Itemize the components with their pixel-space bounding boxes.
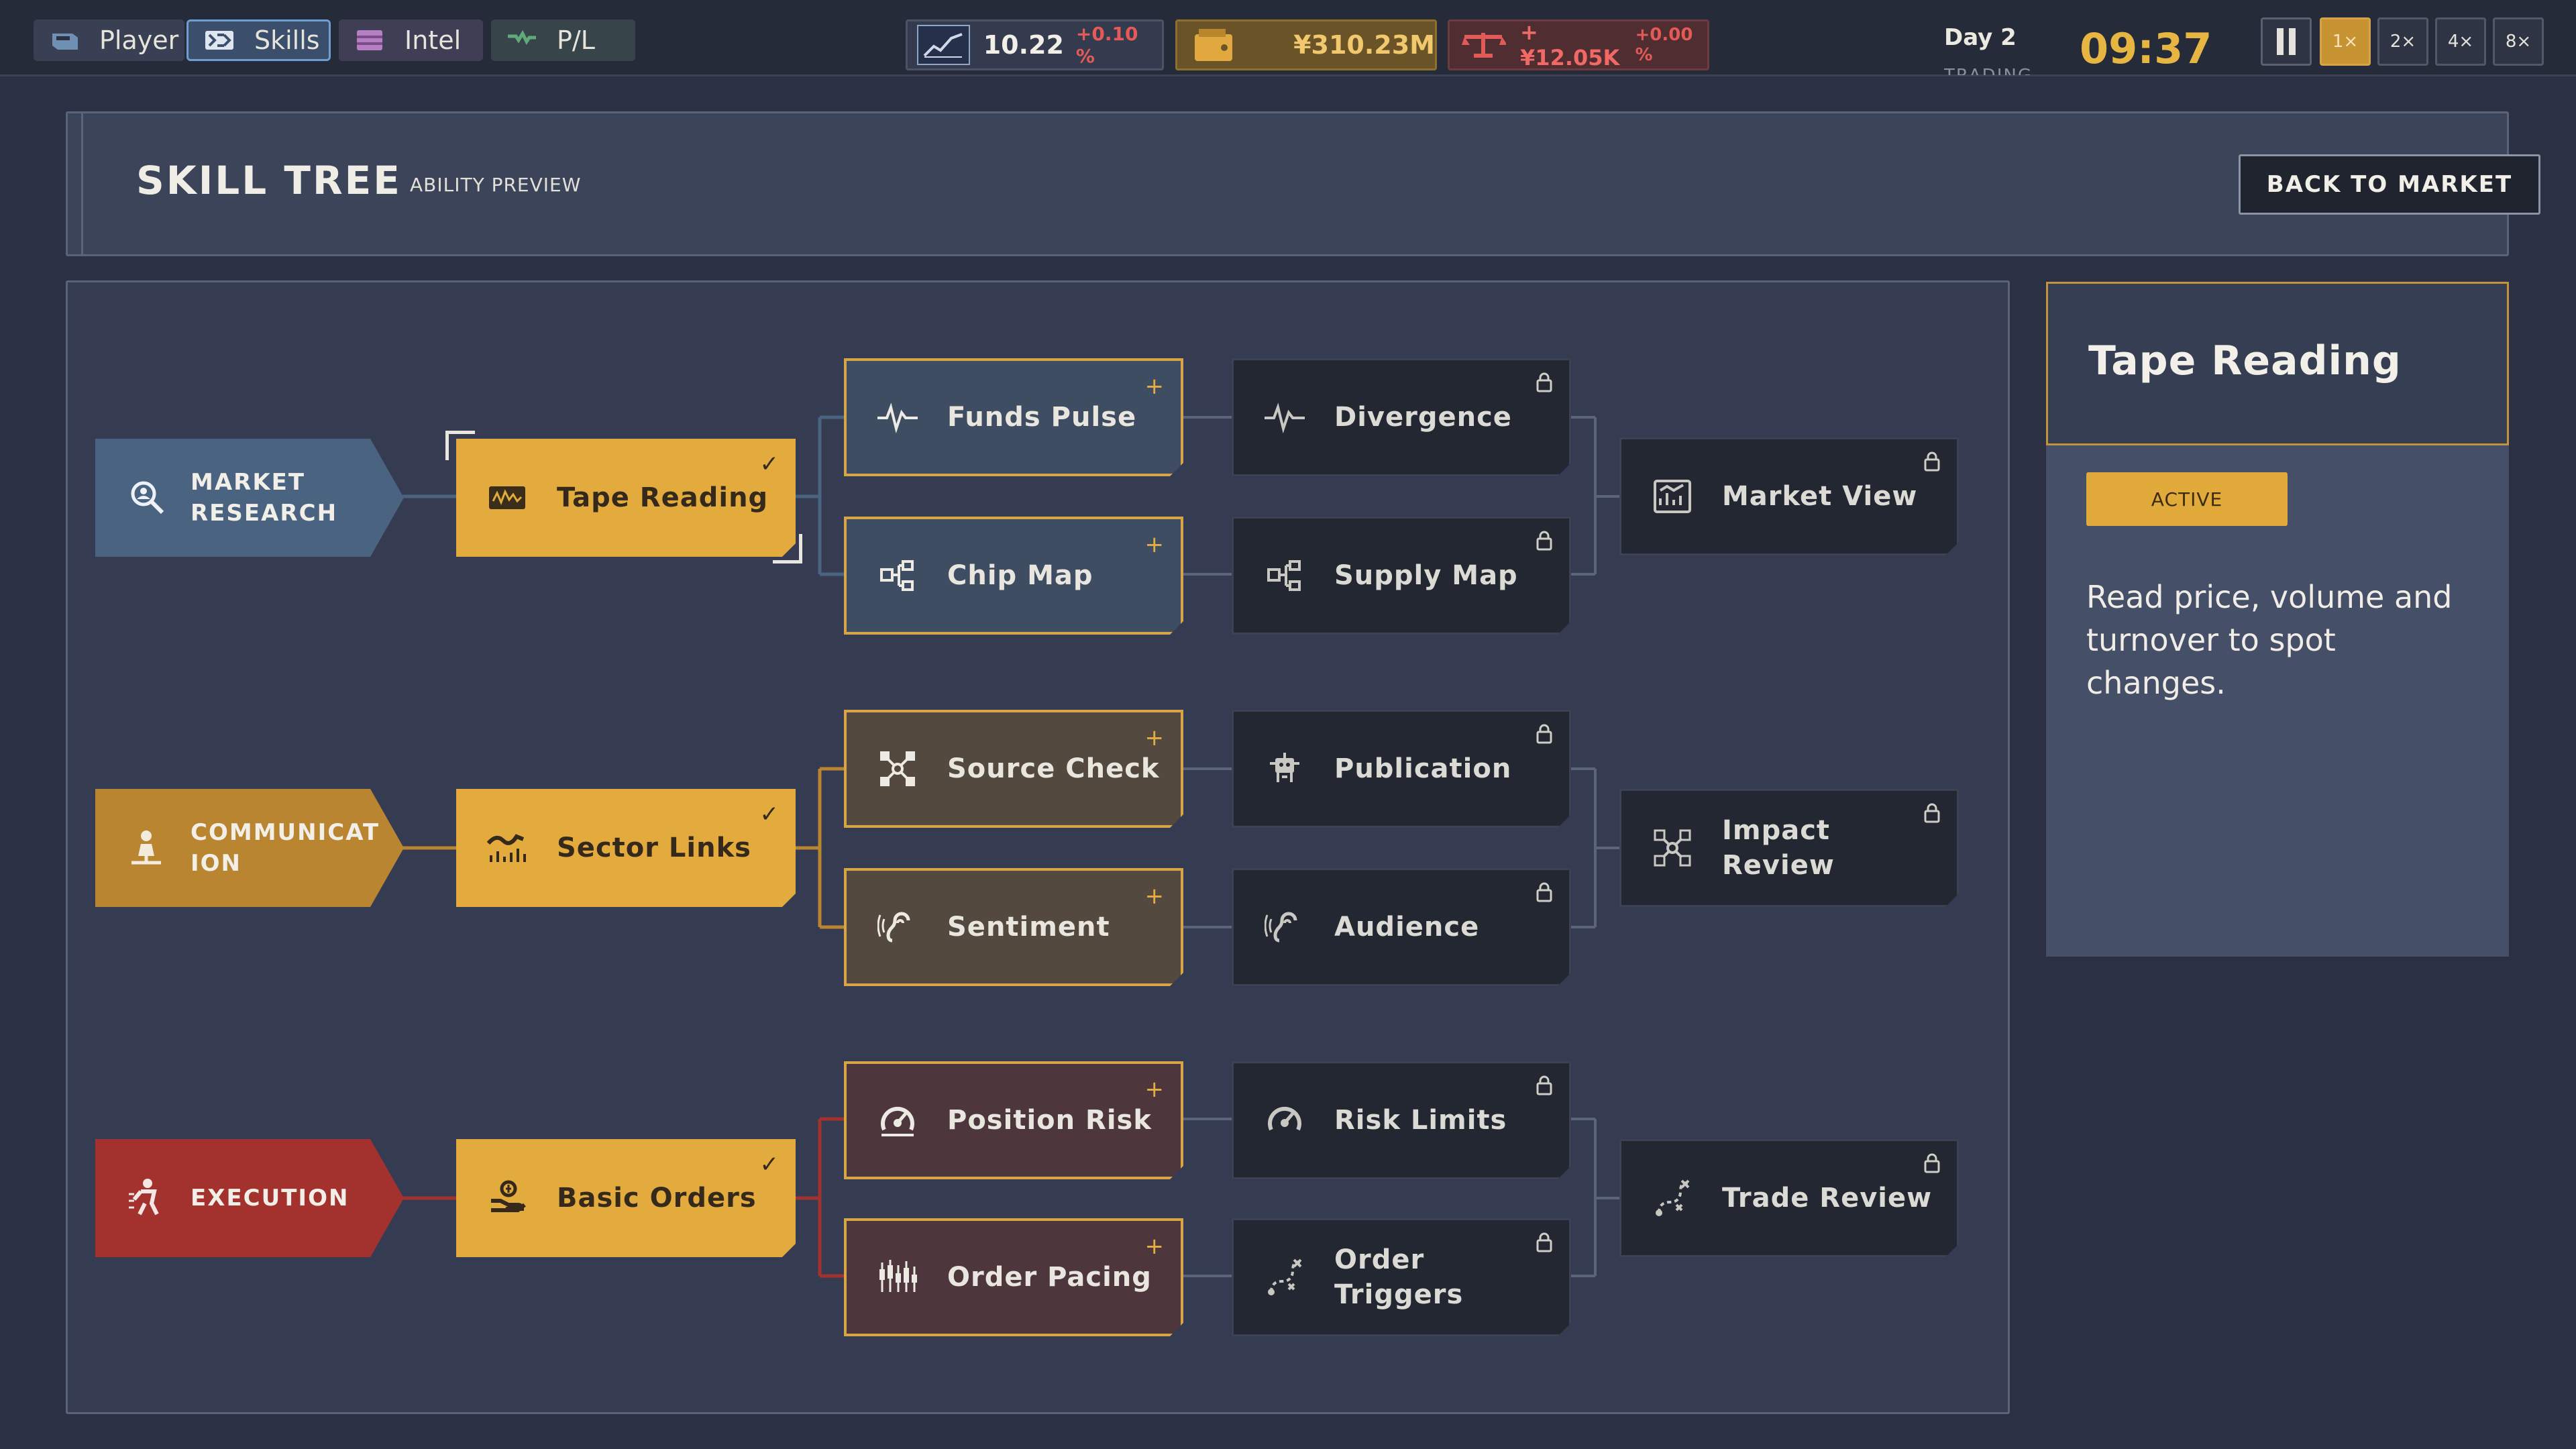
skill-sentiment[interactable]: Sentiment + (844, 868, 1183, 986)
skill-detail-header: Tape Reading (2046, 282, 2509, 445)
pulse-icon (873, 393, 922, 441)
plus-icon: + (1144, 883, 1165, 910)
skill-sector-links-label: Sector Links (557, 833, 751, 863)
candlestick-icon (873, 1253, 922, 1301)
skill-tape-reading[interactable]: Tape Reading ✓ (456, 439, 796, 557)
plus-icon: + (1144, 373, 1165, 400)
lock-icon (1536, 372, 1553, 392)
skill-sentiment-label: Sentiment (947, 912, 1110, 943)
hand-order-icon (483, 1174, 531, 1222)
skill-description: Read price, volume and turnover to spot … (2086, 579, 2453, 701)
skill-funds-pulse-label: Funds Pulse (947, 402, 1137, 433)
tape-icon (483, 474, 531, 522)
magnifier-user-icon (122, 474, 170, 522)
skill-market-view[interactable]: Market View (1619, 437, 1959, 555)
check-icon: ✓ (759, 801, 780, 828)
gauge-icon (1260, 1096, 1309, 1144)
sector-chart-icon (483, 824, 531, 872)
category-market-research-label: MARKET RESEARCH (191, 469, 338, 527)
skill-position-risk[interactable]: Position Risk + (844, 1061, 1183, 1179)
skill-impact-review[interactable]: Impact Review (1619, 789, 1959, 907)
chip-network-icon (1260, 551, 1309, 600)
skill-basic-orders[interactable]: Basic Orders ✓ (456, 1139, 796, 1257)
route-trigger-icon (1648, 1174, 1697, 1222)
pulse-icon (1260, 393, 1309, 441)
skill-funds-pulse[interactable]: Funds Pulse + (844, 358, 1183, 476)
plus-icon: + (1144, 531, 1165, 558)
network-nodes-icon (1648, 824, 1697, 872)
skill-divergence[interactable]: Divergence (1232, 358, 1571, 476)
skill-source-check-label: Source Check (947, 753, 1160, 784)
chip-network-icon (873, 551, 922, 600)
skill-chip-map[interactable]: Chip Map + (844, 517, 1183, 635)
skill-impact-review-label: Impact Review (1722, 815, 1835, 881)
category-execution: EXECUTION (95, 1139, 404, 1257)
route-trigger-icon (1260, 1253, 1309, 1301)
lock-icon (1923, 803, 1941, 823)
status-badge: ACTIVE (2086, 472, 2288, 526)
robot-press-icon (1260, 745, 1309, 793)
skill-order-triggers[interactable]: Order Triggers (1232, 1218, 1571, 1336)
execution-figure-icon (122, 1174, 170, 1222)
lock-icon (1536, 882, 1553, 902)
network-nodes-icon (873, 745, 922, 793)
check-icon: ✓ (759, 451, 780, 478)
skill-order-pacing[interactable]: Order Pacing + (844, 1218, 1183, 1336)
skill-publication[interactable]: Publication (1232, 710, 1571, 828)
skill-publication-label: Publication (1334, 753, 1512, 784)
skill-order-triggers-label: Order Triggers (1334, 1244, 1464, 1310)
category-market-research: MARKET RESEARCH (95, 439, 404, 557)
lock-icon (1536, 724, 1553, 744)
skill-audience[interactable]: Audience (1232, 868, 1571, 986)
skill-supply-map-label: Supply Map (1334, 560, 1518, 591)
plus-icon: + (1144, 1233, 1165, 1260)
gauge-icon (873, 1096, 922, 1144)
category-communication: COMMUNICATION (95, 789, 404, 907)
skill-chip-map-label: Chip Map (947, 560, 1093, 591)
skill-basic-orders-label: Basic Orders (557, 1183, 757, 1214)
skill-supply-map[interactable]: Supply Map (1232, 517, 1571, 635)
skill-sector-links[interactable]: Sector Links ✓ (456, 789, 796, 907)
skill-order-pacing-label: Order Pacing (947, 1262, 1152, 1293)
lock-icon (1923, 451, 1941, 472)
category-execution-label: EXECUTION (191, 1185, 350, 1212)
ear-icon (1260, 903, 1309, 951)
ear-icon (873, 903, 922, 951)
skill-market-view-label: Market View (1722, 481, 1918, 512)
skill-divergence-label: Divergence (1334, 402, 1512, 433)
speaker-podium-icon (122, 824, 170, 872)
skill-risk-limits[interactable]: Risk Limits (1232, 1061, 1571, 1179)
selection-corner-top-left (445, 431, 475, 460)
lock-icon (1536, 531, 1553, 551)
skill-detail-panel: Tape Reading ACTIVE Read price, volume a… (2046, 282, 2509, 957)
skill-trade-review-label: Trade Review (1722, 1183, 1933, 1214)
skill-tape-reading-label: Tape Reading (557, 482, 769, 513)
lock-icon (1536, 1232, 1553, 1252)
category-communication-label: COMMUNICATION (191, 819, 380, 877)
check-icon: ✓ (759, 1151, 780, 1178)
lock-icon (1923, 1153, 1941, 1173)
plus-icon: + (1144, 724, 1165, 751)
skill-risk-limits-label: Risk Limits (1334, 1105, 1507, 1136)
skill-audience-label: Audience (1334, 912, 1480, 943)
dashboard-icon (1648, 472, 1697, 521)
selection-corner-bottom-right (773, 534, 802, 564)
skill-trade-review[interactable]: Trade Review (1619, 1139, 1959, 1257)
skill-source-check[interactable]: Source Check + (844, 710, 1183, 828)
lock-icon (1536, 1075, 1553, 1095)
skill-position-risk-label: Position Risk (947, 1105, 1152, 1136)
skill-detail-title: Tape Reading (2088, 337, 2402, 384)
plus-icon: + (1144, 1076, 1165, 1103)
